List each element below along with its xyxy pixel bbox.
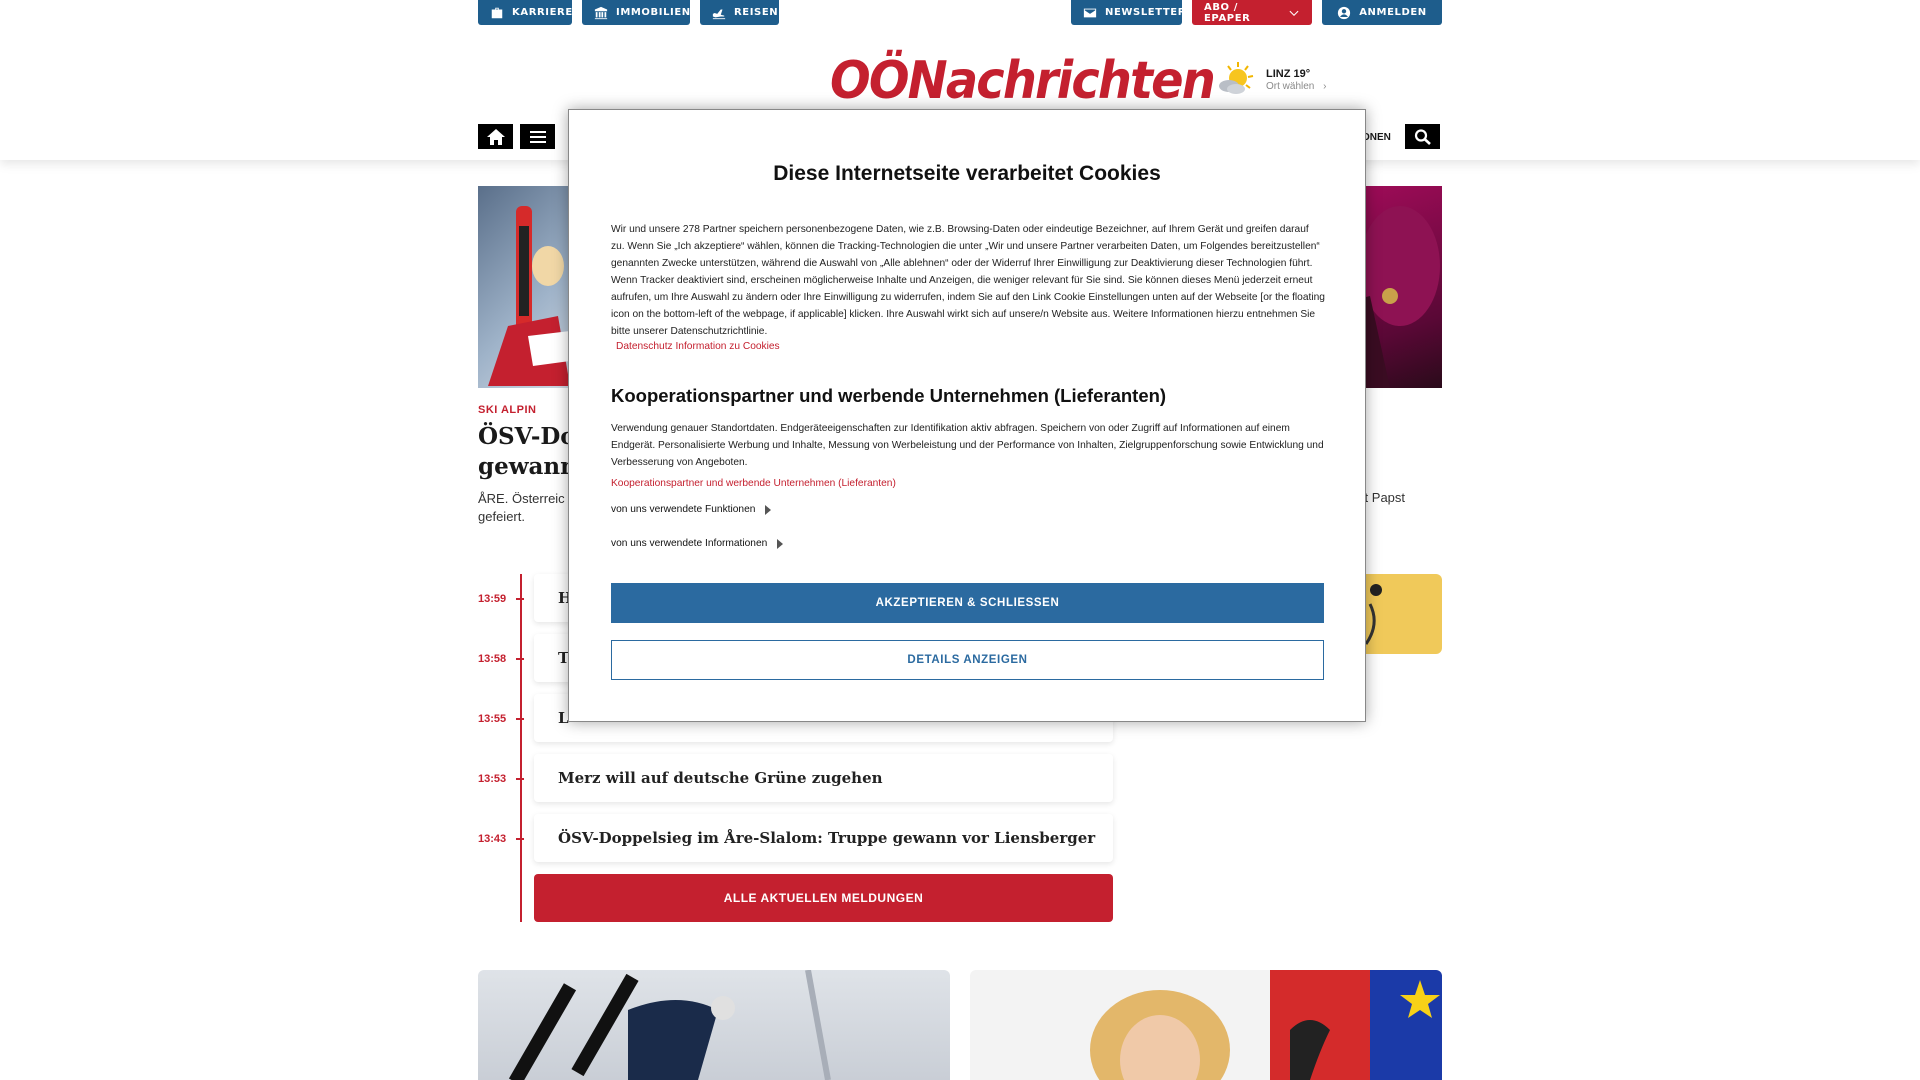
news-time: 13:59 [478,593,507,605]
karriere-button[interactable]: KARRIERE [478,0,572,25]
home-button[interactable] [478,124,513,149]
chevron-down-icon [1289,10,1299,16]
hero-kicker: SKI ALPIN [478,404,537,416]
ski-jumper-image [508,970,831,1080]
mail-icon [1083,8,1097,17]
briefcase-icon [491,7,503,18]
show-details-button[interactable]: DETAILS ANZEIGEN [611,640,1324,680]
timeline-line [520,574,522,922]
building-icon [594,6,608,19]
hamburger-icon [529,130,546,143]
ski-athlete-image [488,206,570,386]
search-button[interactable] [1405,124,1440,149]
cookie-intro-text: Wir und unsere 278 Partner speichern per… [611,224,1325,337]
cookie-consent-dialog: Diese Internetseite verarbeitet Cookies … [568,109,1366,722]
accept-and-close-button[interactable]: AKZEPTIEREN & SCHLIESSEN [611,583,1324,623]
caret-right-icon [777,538,784,549]
anmelden-button[interactable]: ANMELDEN [1322,0,1442,25]
menu-button[interactable] [520,124,555,149]
reisen-button[interactable]: REISEN [700,0,779,25]
newsletter-button[interactable]: NEWSLETTER [1071,0,1185,25]
partners-heading: Kooperationspartner und werbende Unterne… [611,385,1167,406]
timeline-tick [516,598,524,600]
user-icon [1338,6,1351,19]
weather-sun-cloud-icon [1219,62,1254,94]
caret-right-icon [765,504,772,515]
partners-text: Verwendung genauer Standortdaten. Endger… [611,423,1324,468]
immobilien-button[interactable]: IMMOBILIEN [582,0,690,25]
all-news-button[interactable]: ALLE AKTUELLEN MELDUNGEN [534,874,1113,922]
article-image-politics[interactable] [970,970,1442,1080]
abo-epaper-dropdown[interactable]: ABO / EPAPER [1192,0,1312,25]
privacy-info-link[interactable]: Datenschutz Information zu Cookies [616,341,780,352]
partners-link[interactable]: Kooperationspartner und werbende Unterne… [611,478,896,489]
news-time: 13:55 [478,713,507,725]
article-image-skijump[interactable] [478,970,950,1080]
weather-city[interactable]: LINZ 19° [1266,68,1310,80]
home-icon [486,128,505,145]
plane-icon [712,9,726,19]
cookie-dialog-title: Diese Internetseite verarbeitet Cookies [773,162,1161,185]
search-icon [1414,128,1431,145]
news-item[interactable]: Merz will auf deutsche Grüne zugehen [534,754,1113,802]
timeline-tick [516,658,524,660]
news-time: 13:58 [478,653,507,665]
nav-item-partial[interactable]: ONEN [1362,132,1391,143]
timeline-tick [516,778,524,780]
timeline-tick [516,718,524,720]
functions-expander[interactable]: von uns verwendete Funktionen [611,504,772,515]
hero-image[interactable] [478,186,570,388]
news-time: 13:53 [478,773,507,785]
timeline-tick [516,838,524,840]
information-expander[interactable]: von uns verwendete Informationen [611,538,784,549]
politician-flag-image [1090,970,1442,1080]
site-logo[interactable]: OÖNachrichten [830,50,1216,112]
news-item[interactable]: ÖSV-Doppelsieg im Åre-Slalom: Truppe gew… [534,814,1113,862]
news-time: 13:43 [478,833,507,845]
weather-location-link[interactable]: Ort wählen › [1266,81,1326,92]
chevron-right-icon: › [1323,81,1327,92]
